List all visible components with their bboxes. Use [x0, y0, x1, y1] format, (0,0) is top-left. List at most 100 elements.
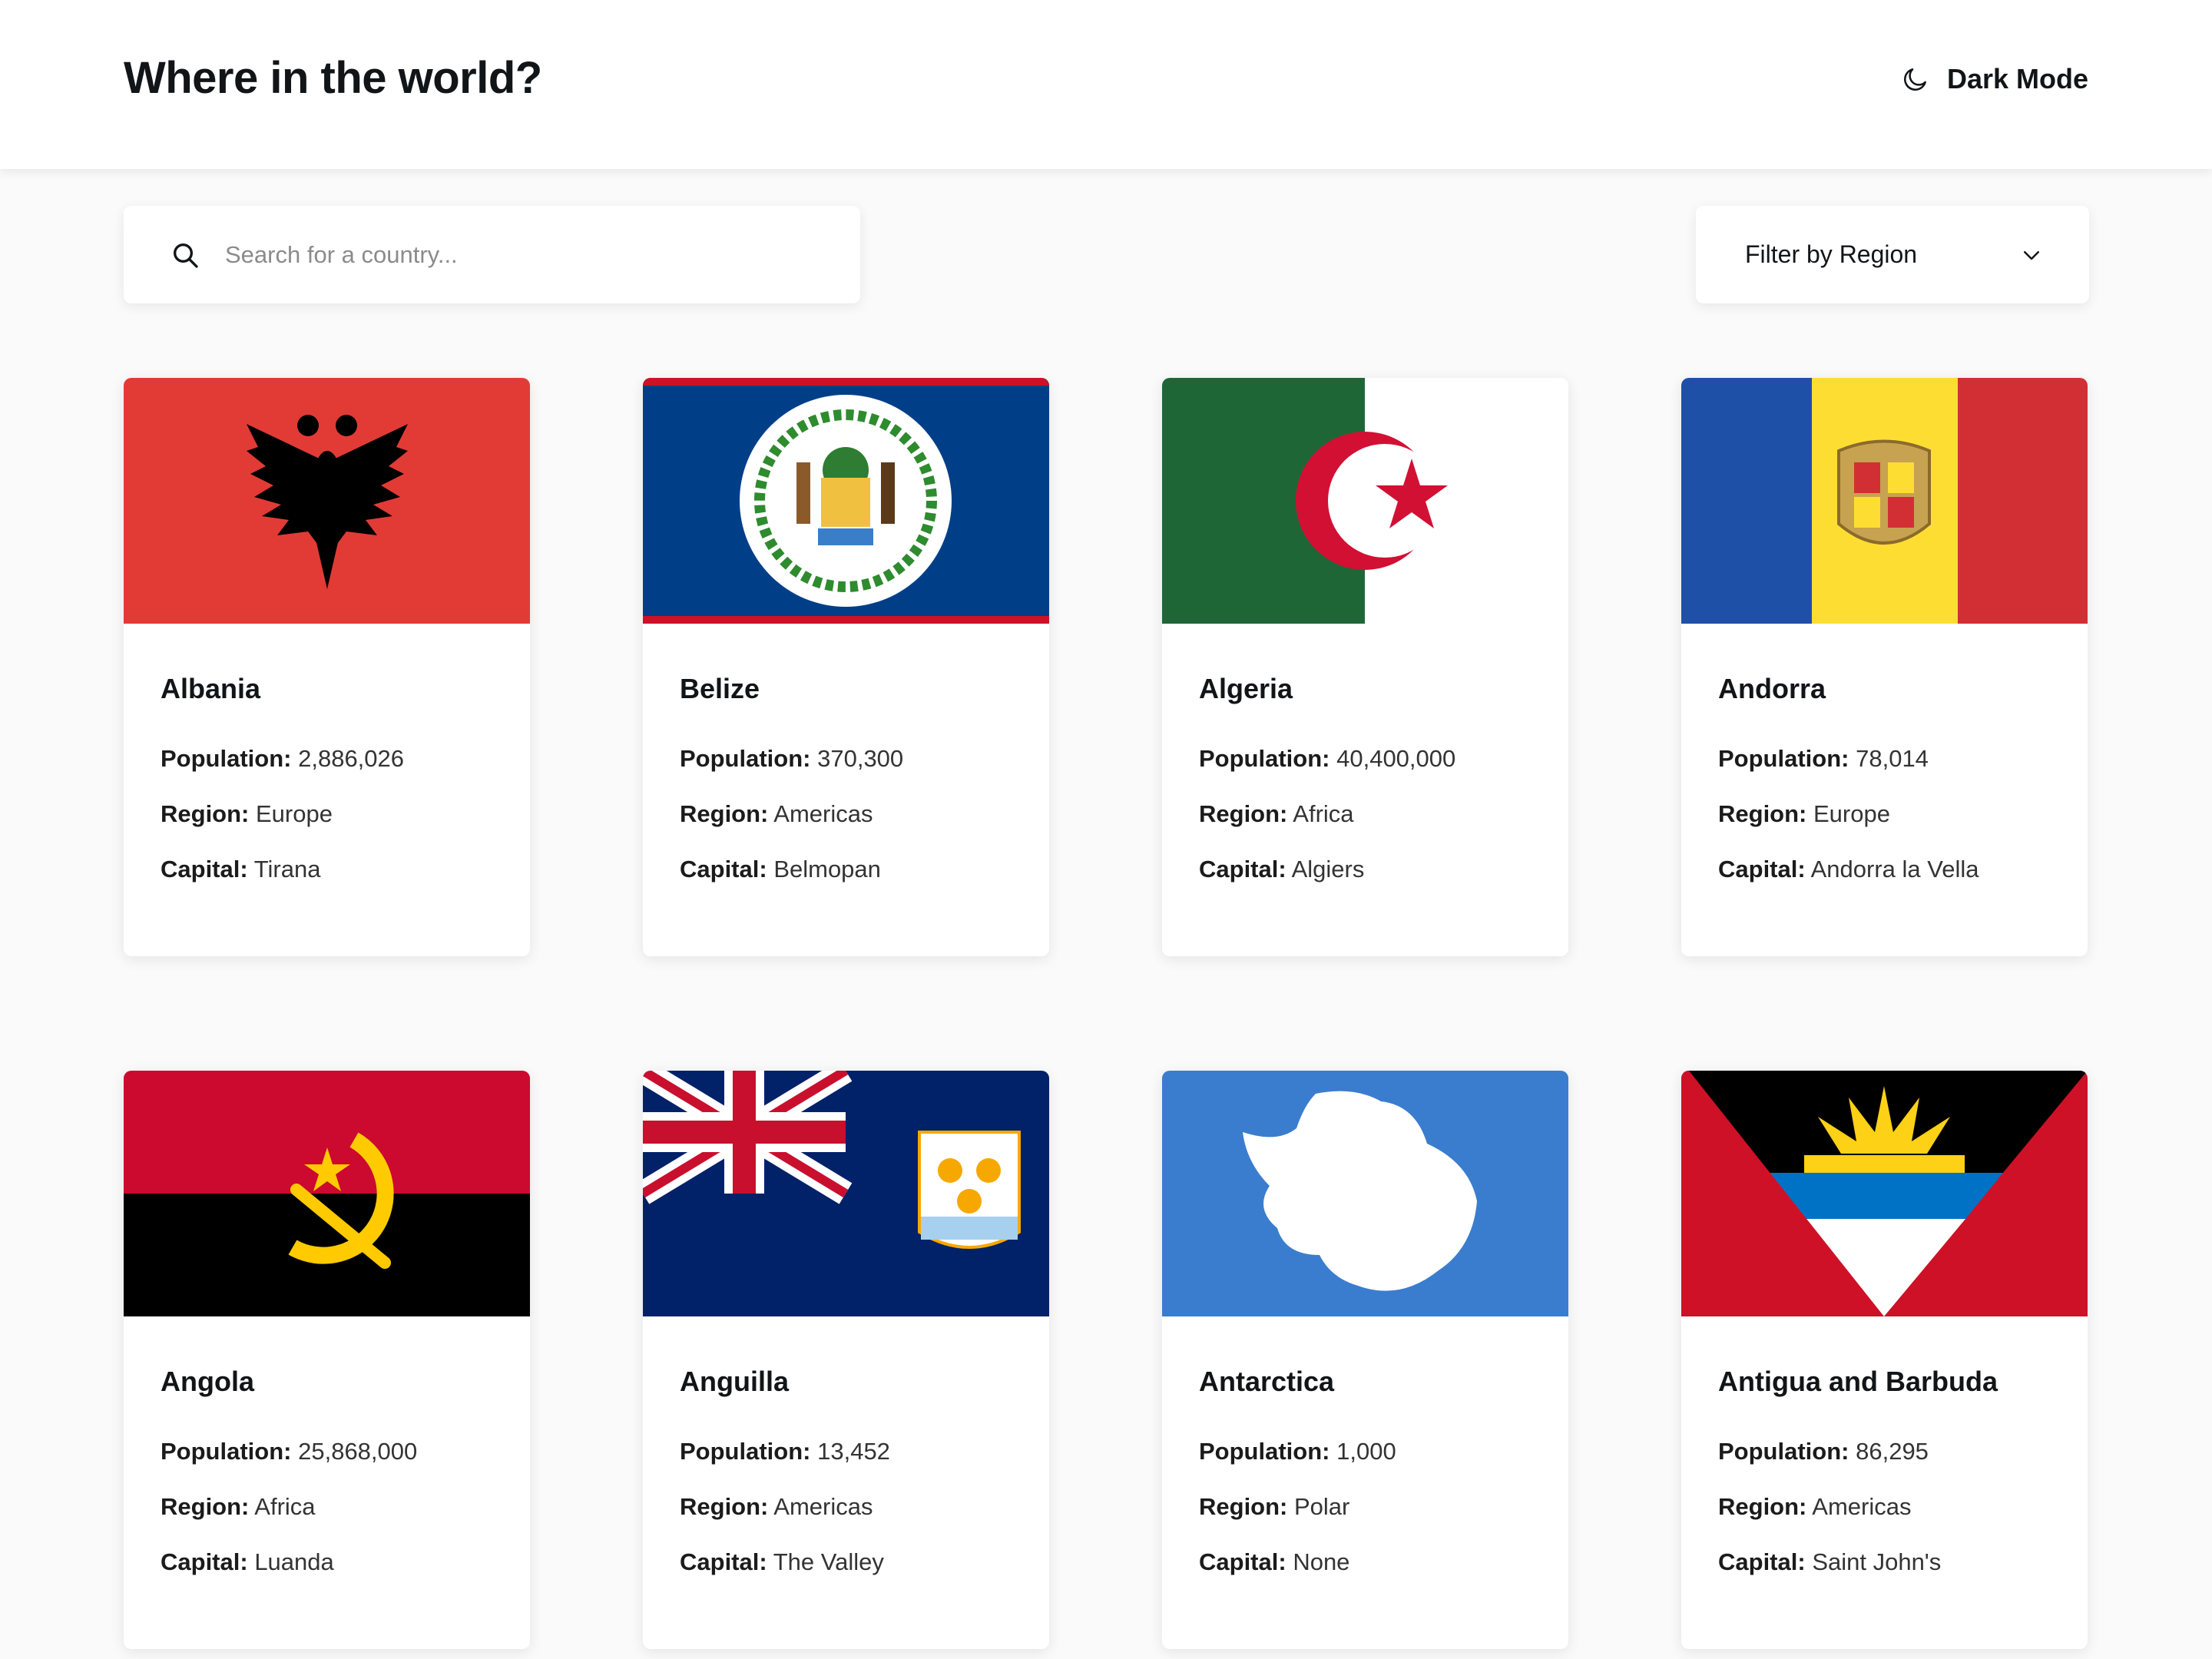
chevron-down-icon: [2024, 250, 2039, 260]
population-label: Population:: [1199, 745, 1330, 772]
region-label: Region:: [161, 800, 250, 827]
population-label: Population:: [1718, 1438, 1849, 1465]
capital-label: Capital:: [1718, 856, 1806, 882]
capital-value: Tirana: [253, 856, 321, 882]
region-filter-dropdown[interactable]: Filter by Region: [1696, 206, 2089, 303]
country-name: Albania: [161, 673, 261, 704]
region-row: Region: Africa: [161, 1493, 493, 1521]
country-name: Andorra: [1718, 673, 1826, 704]
population-label: Population:: [1199, 1438, 1330, 1465]
country-card[interactable]: Andorra Population: 78,014 Region: Europ…: [1681, 378, 2088, 956]
population-row: Population: 25,868,000: [161, 1438, 493, 1465]
capital-row: Capital: Tirana: [161, 856, 493, 883]
country-name: Anguilla: [680, 1366, 789, 1397]
population-value: 2,886,026: [298, 745, 405, 772]
region-value: Americas: [773, 1493, 873, 1520]
flag-angola: [124, 1071, 530, 1316]
region-label: Region:: [1718, 800, 1807, 827]
population-value: 86,295: [1856, 1438, 1929, 1465]
region-row: Region: Polar: [1199, 1493, 1532, 1521]
region-filter-label: Filter by Region: [1745, 240, 1918, 268]
capital-row: Capital: Luanda: [161, 1548, 493, 1576]
population-row: Population: 78,014: [1718, 745, 2051, 773]
population-row: Population: 2,886,026: [161, 745, 493, 773]
population-row: Population: 370,300: [680, 745, 1012, 773]
population-label: Population:: [680, 1438, 811, 1465]
region-row: Region: Americas: [1718, 1493, 2051, 1521]
country-name: Algeria: [1199, 673, 1293, 704]
region-value: Europe: [1813, 800, 1890, 827]
region-label: Region:: [680, 800, 769, 827]
capital-value: Algiers: [1291, 856, 1365, 882]
region-value: Europe: [256, 800, 333, 827]
population-value: 370,300: [817, 745, 904, 772]
country-card[interactable]: Antarctica Population: 1,000 Region: Pol…: [1162, 1071, 1568, 1649]
population-label: Population:: [161, 1438, 292, 1465]
population-value: 40,400,000: [1336, 745, 1456, 772]
country-name: Antigua and Barbuda: [1718, 1366, 1998, 1397]
capital-value: None: [1293, 1548, 1350, 1575]
population-row: Population: 40,400,000: [1199, 745, 1532, 773]
flag-anguilla: [643, 1071, 1049, 1316]
capital-row: Capital: The Valley: [680, 1548, 1012, 1576]
region-row: Region: Americas: [680, 800, 1012, 828]
capital-row: Capital: Belmopan: [680, 856, 1012, 883]
search-icon: [174, 243, 198, 268]
population-row: Population: 1,000: [1199, 1438, 1532, 1465]
population-row: Population: 13,452: [680, 1438, 1012, 1465]
capital-label: Capital:: [680, 1548, 767, 1575]
capital-value: Andorra la Vella: [1810, 856, 1979, 882]
population-value: 1,000: [1336, 1438, 1396, 1465]
region-label: Region:: [161, 1493, 250, 1520]
flag-albania: [124, 378, 530, 624]
country-name: Angola: [161, 1366, 254, 1397]
capital-label: Capital:: [680, 856, 767, 882]
region-value: Africa: [1293, 800, 1354, 827]
flag-antarctica: [1162, 1071, 1568, 1316]
capital-value: Saint John's: [1812, 1548, 1942, 1575]
population-label: Population:: [680, 745, 811, 772]
capital-label: Capital:: [1199, 1548, 1286, 1575]
region-label: Region:: [1199, 1493, 1288, 1520]
region-row: Region: Africa: [1199, 800, 1532, 828]
population-value: 25,868,000: [298, 1438, 418, 1465]
population-value: 13,452: [817, 1438, 890, 1465]
dark-mode-toggle[interactable]: Dark Mode: [1901, 63, 2088, 95]
region-label: Region:: [680, 1493, 769, 1520]
region-value: Americas: [1812, 1493, 1912, 1520]
region-value: Americas: [773, 800, 873, 827]
capital-value: Luanda: [254, 1548, 334, 1575]
country-card[interactable]: Albania Population: 2,886,026 Region: Eu…: [124, 378, 530, 956]
capital-label: Capital:: [161, 856, 248, 882]
population-row: Population: 86,295: [1718, 1438, 2051, 1465]
capital-label: Capital:: [161, 1548, 248, 1575]
app-title: Where in the world?: [124, 53, 542, 103]
population-label: Population:: [1718, 745, 1849, 772]
country-card[interactable]: Anguilla Population: 13,452 Region: Amer…: [643, 1071, 1049, 1649]
country-card[interactable]: Antigua and Barbuda Population: 86,295 R…: [1681, 1071, 2088, 1649]
moon-icon: [1903, 68, 1926, 91]
capital-label: Capital:: [1718, 1548, 1806, 1575]
region-value: Polar: [1294, 1493, 1350, 1520]
country-card[interactable]: Algeria Population: 40,400,000 Region: A…: [1162, 378, 1568, 956]
country-name: Antarctica: [1199, 1366, 1335, 1397]
capital-value: The Valley: [773, 1548, 884, 1575]
capital-label: Capital:: [1199, 856, 1286, 882]
flag-algeria: [1162, 378, 1568, 624]
flag-belize: [643, 378, 1049, 624]
population-label: Population:: [161, 745, 292, 772]
region-label: Region:: [1199, 800, 1288, 827]
search-box: [124, 206, 860, 303]
capital-row: Capital: None: [1199, 1548, 1532, 1576]
region-value: Africa: [254, 1493, 316, 1520]
capital-row: Capital: Andorra la Vella: [1718, 856, 2051, 883]
country-card[interactable]: Belize Population: 370,300 Region: Ameri…: [643, 378, 1049, 956]
population-value: 78,014: [1856, 745, 1929, 772]
flag-antigua-and-barbuda: [1681, 1071, 2088, 1316]
region-row: Region: Americas: [680, 1493, 1012, 1521]
country-card[interactable]: Angola Population: 25,868,000 Region: Af…: [124, 1071, 530, 1649]
country-name: Belize: [680, 673, 760, 704]
region-row: Region: Europe: [1718, 800, 2051, 828]
search-input[interactable]: [225, 240, 809, 269]
region-row: Region: Europe: [161, 800, 493, 828]
